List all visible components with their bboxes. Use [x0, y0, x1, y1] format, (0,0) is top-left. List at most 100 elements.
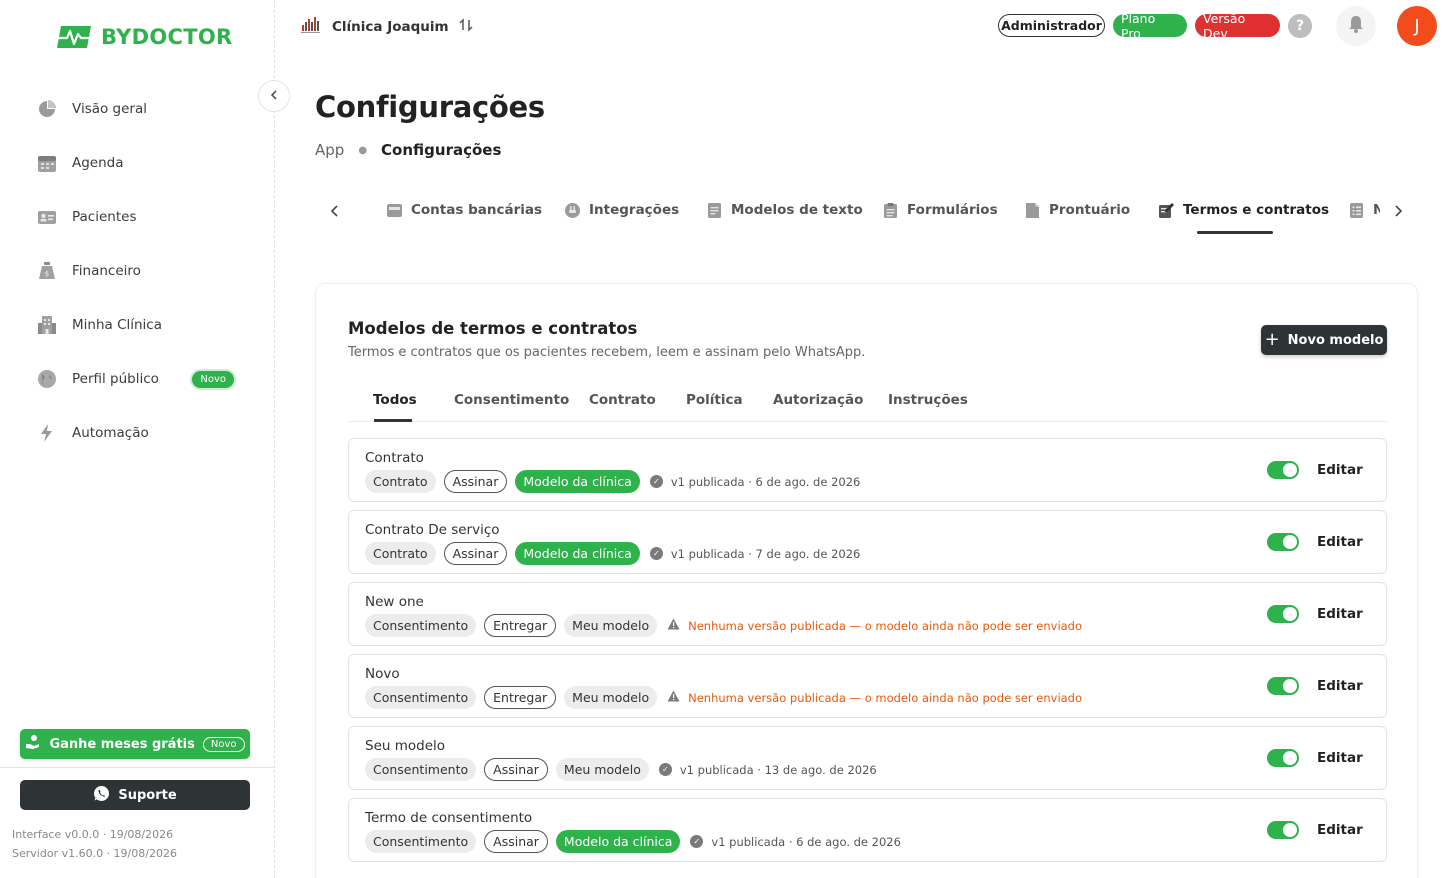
tab-prontuario[interactable]: Prontuário: [1024, 195, 1130, 235]
sidebar-item-label: Agenda: [72, 155, 124, 171]
origin-tag: Meu modelo: [564, 614, 658, 637]
check-circle-icon: ✓: [649, 547, 663, 560]
interface-version: Interface v0.0.0 · 19/08/2026: [12, 828, 174, 841]
new-template-button[interactable]: + Novo modelo: [1261, 325, 1387, 355]
filter-tab-politica[interactable]: Política: [686, 392, 743, 408]
status-label: Nenhuma versão publicada — o modelo aind…: [688, 618, 1083, 633]
tab-formularios[interactable]: Formulários: [882, 195, 998, 235]
edit-button[interactable]: Editar: [1317, 750, 1363, 766]
status-text: ✓ v1 publicada · 7 de ago. de 2026: [649, 547, 860, 561]
action-tag: Assinar: [484, 830, 548, 853]
money-bag-icon: $: [36, 260, 58, 282]
notifications-button[interactable]: [1336, 6, 1376, 46]
active-toggle[interactable]: [1267, 677, 1299, 695]
edit-button[interactable]: Editar: [1317, 534, 1363, 550]
active-toggle[interactable]: [1267, 461, 1299, 479]
sidebar-item-perfil-publico[interactable]: Perfil público Novo: [36, 352, 246, 406]
edit-button[interactable]: Editar: [1317, 606, 1363, 622]
template-tags: Consentimento Assinar Modelo da clínica ✓ v1…: [365, 830, 901, 853]
warning-icon: [667, 618, 680, 633]
check-circle-icon: ✓: [690, 835, 704, 848]
tab-label: Prontuário: [1049, 202, 1131, 218]
filter-tab-consentimento[interactable]: Consentimento: [454, 392, 569, 408]
action-tag: Assinar: [484, 758, 548, 781]
server-version: Servidor v1.60.0 · 19/08/2026: [12, 847, 177, 860]
version-badge: Versão Dev: [1195, 11, 1280, 41]
template-name: Seu modelo: [365, 738, 446, 754]
template-tags: Contrato Assinar Modelo da clínica ✓ v1 publ…: [365, 542, 860, 565]
edit-button[interactable]: Editar: [1317, 462, 1363, 478]
template-name: Novo: [365, 666, 400, 682]
active-toggle[interactable]: [1267, 533, 1299, 551]
document-icon: [706, 202, 723, 223]
active-toggle[interactable]: [1267, 749, 1299, 767]
type-tag: Consentimento: [365, 830, 477, 853]
sidebar-item-minha-clinica[interactable]: Minha Clínica: [36, 298, 246, 352]
svg-text:$: $: [45, 270, 49, 278]
free-months-button[interactable]: Ganhe meses grátis Novo: [20, 729, 250, 759]
sidebar-item-automacao[interactable]: Automação: [36, 406, 246, 460]
tab-label: Termos e contratos: [1183, 202, 1330, 218]
plan-badge[interactable]: Plano Pro: [1113, 11, 1187, 41]
swap-icon: [459, 18, 473, 36]
status-text: ✓ v1 publicada · 6 de ago. de 2026: [649, 475, 860, 489]
breadcrumb-separator: ●: [358, 144, 368, 156]
filter-tab-instrucoes[interactable]: Instruções: [888, 392, 968, 408]
tab-modelos-de-texto[interactable]: Modelos de texto: [706, 195, 863, 235]
tab-partial-next[interactable]: N: [1348, 195, 1380, 235]
tab-termos-e-contratos[interactable]: Termos e contratos: [1158, 195, 1329, 235]
brand-logo[interactable]: BYDOCTOR: [55, 22, 233, 52]
sidebar-nav: Visão geral Agenda Pacientes $ Financeir…: [36, 82, 246, 460]
clinic-logo-icon: [300, 16, 322, 38]
type-tag: Contrato: [365, 542, 436, 565]
sidebar-item-pacientes[interactable]: Pacientes: [36, 190, 246, 244]
tab-contas-bancarias[interactable]: Contas bancárias: [386, 195, 542, 235]
heartbeat-logo-icon: [55, 22, 95, 52]
filter-tab-todos[interactable]: Todos: [373, 392, 417, 408]
sidebar-item-label: Pacientes: [72, 209, 137, 225]
template-name: Contrato De serviço: [365, 522, 500, 538]
filter-tab-autorizacao[interactable]: Autorização: [773, 392, 863, 408]
tab-label: Formulários: [907, 202, 998, 218]
active-toggle[interactable]: [1267, 605, 1299, 623]
clipboard-icon: [882, 202, 899, 223]
type-tag: Contrato: [365, 470, 436, 493]
table-row: New one Consentimento Entregar Meu modelo Ne…: [348, 582, 1387, 646]
help-button[interactable]: ?: [1288, 14, 1312, 38]
collapse-sidebar-button[interactable]: [258, 80, 290, 112]
sidebar-item-financeiro[interactable]: $ Financeiro: [36, 244, 246, 298]
status-label: v1 publicada · 6 de ago. de 2026: [711, 834, 901, 849]
card-subtitle: Termos e contratos que os pacientes rece…: [348, 345, 866, 360]
breadcrumb-current: Configurações: [381, 141, 502, 159]
support-button[interactable]: Suporte: [20, 780, 250, 810]
tab-label: N: [1373, 202, 1380, 218]
edit-button[interactable]: Editar: [1317, 678, 1363, 694]
template-name: Contrato: [365, 450, 424, 466]
sidebar-item-agenda[interactable]: Agenda: [36, 136, 246, 190]
chevron-right-icon: [1393, 202, 1403, 221]
tabs-scroll-right-button[interactable]: [1388, 202, 1408, 221]
sidebar-item-visao-geral[interactable]: Visão geral: [36, 82, 246, 136]
sidebar-item-label: Financeiro: [72, 263, 141, 279]
status-label: v1 publicada · 13 de ago. de 2026: [679, 762, 877, 777]
globe-icon: [36, 368, 58, 390]
bank-icon: [386, 202, 403, 223]
tab-label: Modelos de texto: [731, 202, 863, 218]
edit-button[interactable]: Editar: [1317, 822, 1363, 838]
active-tab-indicator: [1197, 231, 1273, 234]
user-avatar[interactable]: J: [1397, 6, 1437, 46]
tabs-scroll-left-button[interactable]: [325, 202, 345, 221]
tab-integracoes[interactable]: Integrações: [564, 195, 679, 235]
action-tag: Entregar: [484, 614, 557, 637]
clinic-switcher[interactable]: Clínica Joaquim: [300, 16, 473, 38]
status-text: Nenhuma versão publicada — o modelo aind…: [667, 690, 1082, 705]
breadcrumb: App ● Configurações: [315, 141, 501, 159]
template-list: Contrato Contrato Assinar Modelo da clínica…: [348, 438, 1387, 870]
filter-tab-contrato[interactable]: Contrato: [589, 392, 656, 408]
table-row: Novo Consentimento Entregar Meu modelo Nenhu…: [348, 654, 1387, 718]
breadcrumb-root[interactable]: App: [315, 141, 344, 159]
table-row: Termo de consentimento Consentimento Assin…: [348, 798, 1387, 862]
active-filter-indicator: [374, 419, 412, 422]
gift-hand-icon: [25, 734, 41, 754]
active-toggle[interactable]: [1267, 821, 1299, 839]
